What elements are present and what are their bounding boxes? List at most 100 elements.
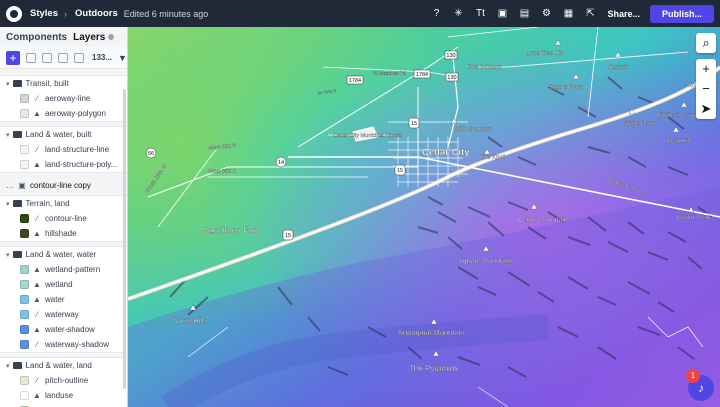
layers-sidebar: Components Layers + 133... ▼ ▾ Transit, b… — [0, 27, 128, 407]
layers-icon[interactable]: ▤ — [515, 5, 533, 23]
visibility-icon[interactable] — [58, 52, 68, 63]
chevron-down-icon[interactable]: ▾ — [6, 200, 10, 208]
tab-layers[interactable]: Layers — [73, 32, 115, 43]
breadcrumb-styles[interactable]: Styles — [30, 8, 58, 19]
breadcrumb-separator-icon: › — [64, 8, 67, 19]
shield-1784-label: 1784 — [349, 78, 361, 84]
settings-sun-icon[interactable]: ✳ — [449, 5, 467, 23]
layer-row[interactable]: ▲ wetland-pattern — [0, 262, 127, 277]
search-icon[interactable]: ⌕ — [696, 33, 716, 53]
shield-i15-2-label: 15 — [397, 168, 403, 174]
layer-color-swatch — [20, 94, 29, 103]
image-icon[interactable]: ▣ — [493, 5, 511, 23]
layer-row[interactable]: ∕ waterway-shadow — [0, 337, 127, 352]
layer-color-swatch — [20, 145, 29, 154]
layer-color-swatch — [20, 340, 29, 349]
label-summit: Summit — [608, 65, 629, 71]
layer-group-title: Transit, built — [25, 79, 69, 88]
layer-group-header[interactable]: ▾ Land & water, water — [0, 247, 127, 262]
compass-north-icon[interactable]: ➤ — [696, 99, 716, 119]
publish-button[interactable]: Publish... — [649, 4, 714, 23]
layer-row[interactable]: ▲ landuse — [0, 388, 127, 403]
layer-row[interactable]: ▲ water — [0, 292, 127, 307]
folder-icon — [12, 362, 22, 369]
zoom-control: + − ➤ — [696, 59, 716, 119]
delete-icon[interactable] — [74, 52, 84, 63]
layer-row[interactable]: ▲ aeroway-polygon — [0, 106, 127, 121]
layer-color-swatch — [20, 160, 29, 169]
gift-icon[interactable]: ▦ — [559, 5, 577, 23]
layer-group[interactable]: ▾ Terrain, land ∕ contour-line ▲ hillshade — [0, 195, 127, 242]
layer-group-header[interactable]: ▾ Terrain, land — [0, 196, 127, 211]
style-name[interactable]: Outdoors — [75, 8, 118, 19]
layer-label: wetland — [45, 280, 73, 289]
layer-row[interactable]: ▲ land-structure-poly... — [0, 157, 127, 172]
layer-row[interactable]: ∕ waterway — [0, 307, 127, 322]
layer-row[interactable]: ∕ aeroway-line — [0, 91, 127, 106]
folder-icon — [12, 80, 22, 87]
chevron-down-icon[interactable]: ▾ — [6, 80, 10, 88]
label-cedar-city: Cedar City — [422, 147, 470, 158]
chevron-down-icon[interactable]: ▾ — [6, 251, 10, 259]
layer-label: contour-line copy — [30, 180, 91, 190]
label-airport: Cedar City Municipal Airport — [333, 133, 402, 139]
help-icon[interactable]: ? — [427, 5, 445, 23]
shield-14-label: 14 — [278, 160, 284, 166]
line-layer-icon: ∕ — [36, 310, 38, 319]
layer-group-header[interactable]: ▾ Transit, built — [0, 76, 127, 91]
label-lone-tree-hill: Lone Tree Hill — [526, 51, 563, 57]
layer-group-header[interactable]: ▾ Land & water, built — [0, 127, 127, 142]
line-layer-icon: ∕ — [36, 94, 38, 103]
layer-row[interactable]: ▲ water-shadow — [0, 322, 127, 337]
share-icon[interactable]: ⇱ — [581, 5, 599, 23]
chevron-down-icon[interactable]: ▾ — [6, 362, 10, 370]
layer-toolbar: + 133... ▼ — [0, 47, 127, 69]
gear-icon[interactable]: ⚙ — [537, 5, 555, 23]
label-supaginal-mountain: Supaginal Mountain — [398, 328, 464, 337]
layer-row[interactable]: ▲ hillshade — [0, 226, 127, 241]
typography-icon[interactable]: Tt — [471, 5, 489, 23]
label-apple-peak: Apple Peak — [624, 121, 656, 127]
layer-group-title: Land & water, land — [25, 361, 92, 370]
zoom-in-button[interactable]: + — [696, 59, 716, 79]
label-the-knoll: The Knoll — [480, 155, 505, 161]
layer-group-title: Land & water, built — [25, 130, 92, 139]
layer-label: landuse — [45, 391, 74, 400]
more-icon: … — [6, 180, 14, 190]
layer-row-contour-copy[interactable]: … ▣ contour-line copy — [0, 177, 127, 193]
layer-color-swatch — [20, 214, 29, 223]
line-layer-icon: ∕ — [36, 340, 38, 349]
shield-56: 56 — [145, 147, 157, 159]
shield-i15-3-label: 15 — [411, 121, 417, 127]
zoom-out-button[interactable]: − — [696, 79, 716, 99]
layer-group[interactable]: ▾ Land & water, land ∕ pitch-outline ▲ landus… — [0, 357, 127, 407]
share-button[interactable]: Share... — [607, 9, 640, 19]
layer-row[interactable]: ▲ wetland — [0, 277, 127, 292]
duplicate-icon[interactable] — [26, 52, 36, 63]
layer-row[interactable]: ∕ pitch-outline — [0, 373, 127, 388]
group-icon[interactable] — [42, 52, 52, 63]
layer-group-header[interactable]: ▾ Land & water, land — [0, 358, 127, 373]
chevron-down-icon[interactable]: ▾ — [6, 131, 10, 139]
layer-row[interactable]: ∕ land-structure-line — [0, 142, 127, 157]
layer-label: aeroway-line — [45, 94, 91, 103]
map-canvas[interactable]: 56 15 15 15 130 130 1784 1784 14 Cedar C… — [128, 27, 720, 407]
label-w-meadow-rd: W Meadow Rd — [373, 71, 406, 77]
layer-group[interactable]: ▾ Land & water, built ∕ land-structure-line… — [0, 126, 127, 173]
filter-icon[interactable]: ▼ — [118, 53, 127, 63]
add-layer-button[interactable]: + — [6, 50, 20, 65]
sidebar-scrollbar[interactable] — [123, 89, 126, 389]
edited-status: Edited 6 minutes ago — [123, 8, 209, 19]
label-cedar-peak: Cedar Peak — [677, 214, 712, 221]
fill-layer-icon: ▲ — [33, 265, 41, 274]
label-cedar-mountain: Cedar Mountain — [518, 217, 568, 224]
layer-group[interactable]: ▾ Transit, built ∕ aeroway-line ▲ aeroway-pol… — [0, 75, 127, 122]
fill-layer-icon: ▲ — [33, 280, 41, 289]
tab-components[interactable]: Components — [6, 32, 67, 43]
fill-layer-icon: ▲ — [33, 109, 41, 118]
app-logo-icon[interactable] — [6, 5, 22, 22]
layer-label: land-structure-poly... — [45, 160, 118, 169]
layer-row[interactable]: ∕ contour-line — [0, 211, 127, 226]
layer-group[interactable]: ▾ Land & water, water ▲ wetland-pattern ▲ wet… — [0, 246, 127, 353]
layer-row[interactable]: ▲national-park_tint-... — [0, 403, 127, 407]
